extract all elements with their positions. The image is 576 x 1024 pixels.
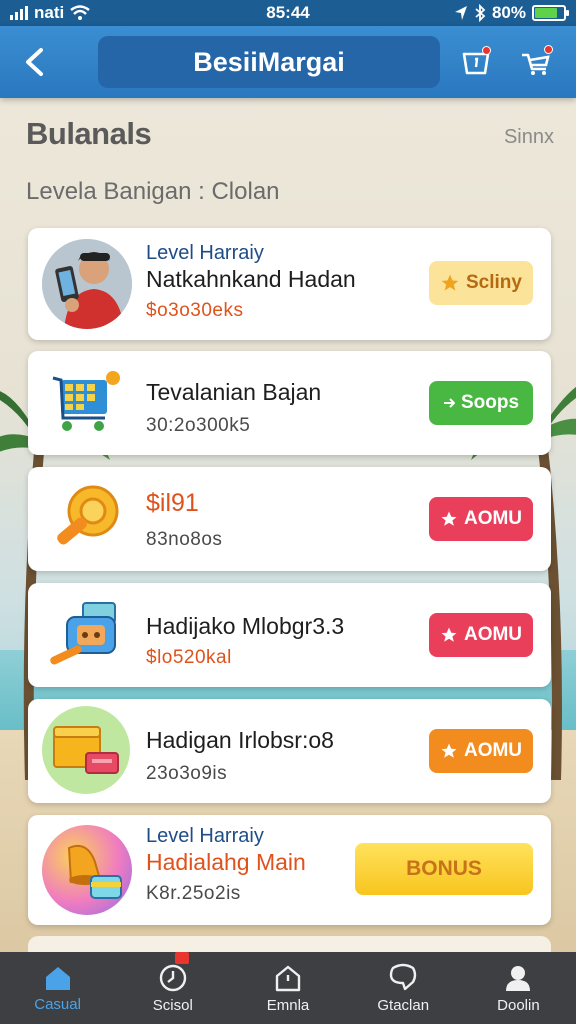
star-icon [441, 743, 457, 758]
app-bar: BesiiMargai [0, 26, 576, 98]
wifi-icon [70, 5, 90, 20]
nav-item-scisol[interactable]: Scisol [115, 952, 230, 1024]
card-title: $il91 [146, 489, 199, 517]
card-action-label: AOMU [463, 508, 523, 529]
card-action-button[interactable]: AOMU [429, 497, 533, 541]
bell-gift-icon [42, 825, 132, 915]
trophy-coin-icon [46, 478, 128, 560]
list-item[interactable]: Hadijako Mlobgr3.3 $lo520kal AOMU [28, 583, 551, 687]
chevron-left-icon [26, 48, 43, 76]
star-icon [441, 627, 457, 642]
star-icon [441, 274, 459, 291]
card-title: Hadialahg Main [146, 849, 306, 875]
section-header: Bulanals Sinnx Levela Banigan : Clolan [0, 98, 576, 228]
chat-heart-icon [390, 963, 417, 990]
carrier-name: nati [34, 3, 65, 22]
nav-item-emnla[interactable]: Emnla [230, 952, 345, 1024]
bottom-nav: Casual Scisol Emnla Gtaclan Doolin [0, 952, 576, 1024]
home-icon [45, 966, 70, 990]
card-title: Hadigan Irlobsr:o8 [146, 727, 334, 753]
card-amount: $o3o30eks [146, 300, 244, 321]
shopping-cart-icon [46, 362, 128, 444]
list-item[interactable]: $il91 83no8os AOMU [28, 467, 551, 571]
list-item[interactable]: Hadigan Irlobsr:o8 23o3o9is AOMU [28, 699, 551, 803]
house-outline-icon [275, 965, 301, 991]
battery-percent: 80% [491, 3, 526, 22]
player-avatar [42, 239, 132, 329]
card-level: Level Harraiy [146, 242, 264, 264]
status-bar: nati 85:44 80% [0, 0, 576, 26]
card-title: Natkahnkand Hadan [146, 266, 356, 292]
nav-label: Scisol [152, 996, 193, 1014]
game-console-icon [46, 594, 128, 676]
nav-label: Gtaclan [377, 996, 430, 1014]
section-subtitle: Levela Banigan : Clolan [26, 178, 280, 205]
profile-icon [506, 965, 531, 991]
bluetooth-icon [475, 4, 486, 22]
arrow-icon [443, 398, 455, 408]
location-arrow-icon [454, 6, 467, 20]
card-amount: K8r.25o2is [146, 883, 241, 904]
card-amount: $lo520kal [146, 647, 232, 668]
card-action-button[interactable]: AOMU [429, 729, 533, 773]
card-action-label: AOMU [463, 624, 523, 645]
notification-dot [482, 46, 491, 55]
section-link[interactable]: Sinnx [504, 126, 554, 149]
basket-button[interactable] [454, 40, 498, 84]
bonus-button[interactable]: BONUS [355, 843, 533, 895]
battery-icon [532, 5, 569, 21]
card-amount: 83no8os [146, 529, 223, 550]
list-item[interactable]: Tevalanian Bajan 30:2o300k5 Soops [28, 351, 551, 455]
app-title: BesiiMargai [98, 36, 440, 88]
nav-item-doolin[interactable]: Doolin [461, 952, 576, 1024]
treasure-box-icon [42, 706, 130, 794]
card-action-button[interactable]: AOMU [429, 613, 533, 657]
card-amount: 23o3o9is [146, 763, 228, 784]
card-action-label: AOMU [463, 740, 523, 761]
section-title: Bulanals [26, 116, 152, 151]
list-item[interactable]: Level Harraiy Natkahnkand Hadan $o3o30ek… [28, 228, 551, 340]
clock-icon [159, 964, 186, 991]
cart-button[interactable] [514, 40, 558, 84]
list-item[interactable]: Level Harraiy Hadialahg Main K8r.25o2is … [28, 815, 551, 925]
card-amount: 30:2o300k5 [146, 415, 251, 436]
card-action-label: Soops [460, 392, 520, 413]
notification-badge [175, 952, 190, 964]
card-level: Level Harraiy [146, 825, 264, 847]
star-icon [441, 511, 457, 526]
card-title: Tevalanian Bajan [146, 379, 322, 405]
nav-label: Casual [34, 995, 81, 1013]
nav-item-gtaclan[interactable]: Gtaclan [346, 952, 461, 1024]
battery-level [535, 8, 558, 18]
card-action-label: Scliny [466, 272, 522, 293]
nav-item-casual[interactable]: Casual [0, 952, 115, 1024]
nav-label: Emnla [266, 996, 310, 1014]
back-button[interactable] [12, 40, 56, 84]
card-title: Hadijako Mlobgr3.3 [146, 613, 345, 639]
card-action-button[interactable]: Soops [429, 381, 533, 425]
bonus-label: BONUS [406, 857, 482, 880]
signal-icon [10, 6, 28, 20]
nav-label: Doolin [497, 996, 540, 1014]
notification-dot [544, 45, 553, 54]
card-action-button[interactable]: Scliny [429, 261, 533, 305]
